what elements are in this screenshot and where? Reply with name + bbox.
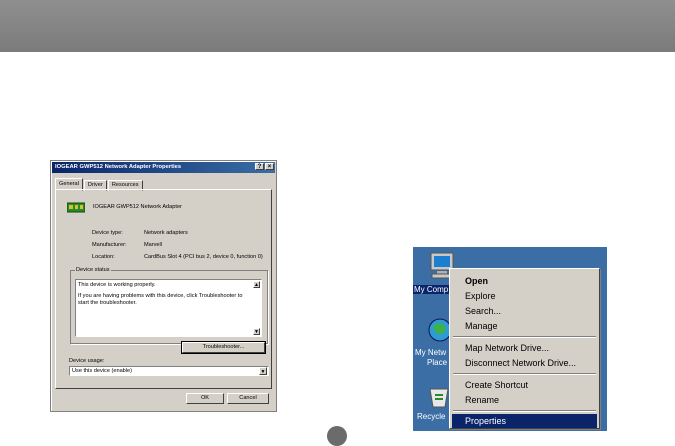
menu-separator (453, 336, 596, 338)
menu-item-disconnect-network-drive[interactable]: Disconnect Network Drive... (452, 356, 597, 370)
my-network-places-label[interactable]: My Netw (415, 348, 446, 357)
device-type-value: Network adapters (144, 230, 188, 236)
troubleshooter-button[interactable]: Troubleshooter... (181, 341, 266, 354)
device-usage-value: Use this device (enable) (72, 368, 133, 374)
cancel-button[interactable]: Cancel (227, 393, 269, 404)
menu-separator (453, 373, 596, 375)
menu-item-create-shortcut[interactable]: Create Shortcut (452, 378, 597, 392)
menu-item-properties[interactable]: Properties (452, 414, 597, 428)
context-menu: Open Explore Search... Manage Map Networ… (449, 268, 600, 429)
dialog-title: IOGEAR GWP512 Network Adapter Properties (52, 162, 275, 173)
location-value: CardBus Slot 4 (PCI bus 2, device 0, fun… (144, 254, 263, 260)
device-usage-label: Device usage: (69, 358, 105, 364)
recycle-bin-label[interactable]: Recycle (417, 412, 445, 421)
network-adapter-icon (67, 202, 85, 213)
device-status-text[interactable]: This device is working properly. If you … (75, 279, 262, 337)
chevron-down-icon[interactable]: ▼ (259, 367, 267, 375)
location-label: Location: (92, 254, 115, 260)
help-button[interactable]: ? (255, 163, 264, 170)
my-computer-label[interactable]: My Comp (413, 285, 450, 294)
scroll-up-arrow-icon[interactable]: ▲ (253, 281, 260, 288)
device-usage-select[interactable]: Use this device (enable) ▼ (69, 366, 269, 376)
general-panel: IOGEAR GWP512 Network Adapter Device typ… (55, 189, 272, 389)
my-network-places-label-2[interactable]: Place (427, 358, 447, 367)
close-button[interactable]: × (265, 163, 274, 170)
device-name: IOGEAR GWP512 Network Adapter (93, 204, 182, 210)
menu-separator (453, 410, 596, 412)
status-line: This device is working properly. (78, 282, 156, 288)
menu-item-search[interactable]: Search... (452, 304, 597, 318)
header-bar (0, 0, 675, 52)
manufacturer-value: Marvell (144, 242, 163, 248)
menu-item-manage[interactable]: Manage (452, 319, 597, 333)
device-type-label: Device type: (92, 230, 123, 236)
menu-item-rename[interactable]: Rename (452, 393, 597, 407)
tab-bar: General Driver Resources (55, 178, 144, 191)
manufacturer-label: Manufacturer: (92, 242, 127, 248)
ok-button[interactable]: OK (186, 393, 224, 404)
device-status-group: Device status This device is working pro… (70, 267, 268, 344)
page-indicator (327, 426, 347, 446)
device-status-label: Device status (75, 267, 111, 273)
properties-dialog: IOGEAR GWP512 Network Adapter Properties… (50, 160, 277, 412)
menu-item-open[interactable]: Open (452, 274, 597, 288)
status-line: If you are having problems with this dev… (78, 293, 243, 306)
scroll-down-arrow-icon[interactable]: ▼ (253, 328, 260, 335)
menu-item-explore[interactable]: Explore (452, 289, 597, 303)
menu-item-map-network-drive[interactable]: Map Network Drive... (452, 341, 597, 355)
